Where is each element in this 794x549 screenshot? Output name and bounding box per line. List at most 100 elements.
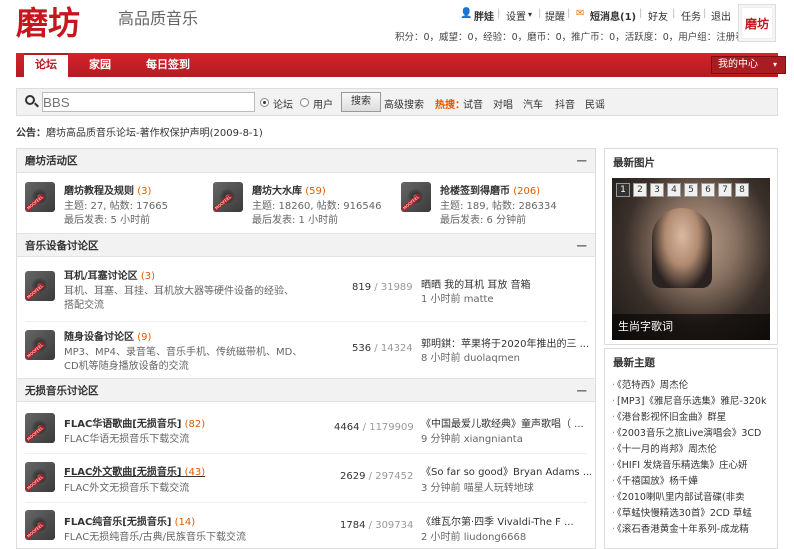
forum-icon[interactable] — [25, 271, 55, 301]
forum-desc: 搭配交流 — [64, 300, 104, 311]
announcement-link[interactable]: 磨坊高品质音乐论坛-著作权保护声明(2009-8-1) — [46, 128, 263, 139]
forum-icon[interactable] — [25, 330, 55, 360]
forum-last-post: 最后发表: 5 小时前 — [64, 215, 151, 226]
collapse-icon[interactable]: — — [577, 149, 588, 173]
topic-link[interactable]: 《十一月的肖邦》周杰伦 — [612, 441, 778, 455]
tab-checkin[interactable]: 每日签到 — [136, 53, 200, 77]
settings-link[interactable]: 设置 — [506, 8, 526, 23]
avatar[interactable]: 磨坊 — [738, 4, 776, 42]
forum-desc: 耳机、耳塞、耳挂、耳机放大器等硬件设备的经验、 — [64, 286, 294, 297]
search-button[interactable]: 搜索 — [341, 92, 381, 112]
forum-link[interactable]: 耳机/耳塞讨论区 (3) — [64, 267, 155, 282]
messages-link[interactable]: 短消息(1) — [590, 8, 636, 23]
username-link[interactable]: 胖娃 — [474, 8, 494, 23]
radio-user[interactable] — [300, 98, 309, 107]
topic-link[interactable]: 《2010喇叭里内部试音碟(非卖 — [612, 489, 778, 503]
forum-link[interactable]: 随身设备讨论区 (9) — [64, 328, 151, 343]
page-number[interactable]: 8 — [735, 183, 749, 197]
forum-stats: 主题: 27, 帖数: 17665 — [64, 201, 168, 212]
last-thread-link[interactable]: 晒晒 我的耳机 耳放 音箱 — [421, 276, 531, 291]
divider — [25, 502, 587, 503]
forum-link[interactable]: FLAC华语歌曲[无损音乐] (82) — [64, 415, 205, 430]
page-number[interactable]: 6 — [701, 183, 715, 197]
last-post-meta: 3 分钟前 喵星人玩转地球 — [421, 483, 534, 494]
forum-icon[interactable] — [25, 413, 55, 443]
section-title: 无损音乐讨论区 — [25, 385, 99, 397]
hot-label: 热搜： — [435, 100, 465, 111]
forum-link[interactable]: 磨坊教程及规则 (3) — [64, 182, 151, 197]
topic-link[interactable]: [MP3]《雅尼音乐选集》雅尼-320k — [612, 393, 778, 407]
image-caption[interactable]: 生尚字歌词 — [612, 314, 770, 340]
forum-link[interactable]: FLAC纯音乐[无损音乐] (14) — [64, 513, 195, 528]
friends-link[interactable]: 好友 — [648, 8, 668, 23]
forum-link[interactable]: FLAC外文歌曲[无损音乐] (43) — [64, 463, 205, 478]
page-number[interactable]: 1 — [616, 183, 630, 197]
page-number[interactable]: 2 — [633, 183, 647, 197]
forum-icon[interactable] — [213, 182, 243, 212]
section-header[interactable]: 磨坊活动区 — — [17, 149, 595, 173]
section-title: 磨坊活动区 — [25, 155, 78, 167]
hot-item[interactable]: 汽车 — [523, 96, 543, 111]
forum-counts: 1784 / 309734 — [340, 520, 414, 531]
radio-forum[interactable] — [260, 98, 269, 107]
hot-item[interactable]: 对唱 — [493, 96, 513, 111]
my-center-dropdown[interactable]: 我的中心 ▾ — [711, 56, 786, 74]
forum-counts: 819 / 31989 — [352, 282, 413, 293]
topic-link[interactable]: 《范特西》周杰伦 — [612, 377, 778, 391]
page-number[interactable]: 5 — [684, 183, 698, 197]
mail-icon: ✉ — [576, 8, 585, 19]
topic-link[interactable]: 《滚石香港黄金十年系列-成龙精 — [612, 521, 778, 535]
tasks-link[interactable]: 任务 — [681, 8, 701, 23]
tab-forum[interactable]: 论坛 — [24, 53, 68, 77]
last-thread-link[interactable]: 《维瓦尔第·四季 Vivaldi-The F ... — [421, 513, 591, 528]
main-nav: 论坛 家园 每日签到 我的中心 ▾ — [16, 53, 786, 77]
forum-list: 磨坊活动区 — 磨坊教程及规则 (3) 主题: 27, 帖数: 17665 最后发… — [16, 148, 596, 549]
forum-icon[interactable] — [25, 182, 55, 212]
site-logo[interactable]: 磨坊 — [16, 2, 116, 42]
divider: | — [703, 8, 707, 19]
last-thread-link[interactable]: 《So far so good》Bryan Adams ... — [421, 463, 591, 478]
user-icon: 👤 — [460, 8, 473, 19]
collapse-icon[interactable]: — — [577, 379, 588, 403]
advanced-search-link[interactable]: 高级搜索 — [384, 96, 424, 111]
featured-image[interactable]: 1 2 3 4 5 6 7 8 生尚字歌词 — [612, 178, 770, 340]
forum-icon[interactable] — [401, 182, 431, 212]
search-input[interactable] — [42, 92, 255, 112]
hot-item[interactable]: 抖音 — [555, 96, 575, 111]
forum-link[interactable]: 抢楼签到得磨币 (206) — [440, 182, 540, 197]
forum-icon[interactable] — [25, 462, 55, 492]
site-subtitle: 高品质音乐 — [118, 9, 199, 28]
page-number[interactable]: 4 — [667, 183, 681, 197]
hot-item[interactable]: 试音 — [463, 96, 483, 111]
last-thread-link[interactable]: 郭明錤：苹果将于2020年推出的三 ... — [421, 335, 591, 350]
forum-desc: FLAC华语无损音乐下载交流 — [64, 434, 190, 445]
logout-link[interactable]: 退出 — [711, 8, 731, 23]
avatar-logo: 磨坊 — [741, 7, 773, 39]
section-header[interactable]: 无损音乐讨论区 — — [17, 378, 595, 402]
page-number[interactable]: 7 — [718, 183, 732, 197]
image-pager: 1 2 3 4 5 6 7 8 — [614, 178, 770, 200]
page-number[interactable]: 3 — [650, 183, 664, 197]
topic-link[interactable]: 《2003音乐之旅Live演唱会》3CD — [612, 425, 778, 439]
tab-home[interactable]: 家园 — [76, 53, 124, 77]
user-stats: 积分：0，威望：0，经验：0，磨币：0，推广币：0，活跃度：0，用户组：注册看看 — [395, 32, 755, 43]
forum-link[interactable]: 磨坊大水库 (59) — [252, 182, 326, 197]
last-post-meta: 9 分钟前 xiangnianta — [421, 434, 523, 445]
divider — [25, 453, 587, 454]
topic-link[interactable]: 《草蜢快慢精选30首》2CD 草蜢 — [612, 505, 778, 519]
topic-link[interactable]: 《港台影视怀旧金曲》群星 — [612, 409, 778, 423]
divider: | — [497, 8, 501, 19]
reminder-link[interactable]: 提醒 — [545, 8, 565, 23]
svg-text:磨坊: 磨坊 — [16, 4, 80, 42]
hot-item[interactable]: 民谣 — [585, 96, 605, 111]
radio-user-label: 用户 — [313, 100, 333, 111]
announcement-label: 公告： — [16, 128, 46, 139]
section-header[interactable]: 音乐设备讨论区 — — [17, 233, 595, 257]
chevron-down-icon: ▾ — [772, 60, 777, 69]
last-thread-link[interactable]: 《中国最爱儿歌经典》童声歌唱（ ... — [421, 415, 591, 430]
panel-title: 最新图片 — [613, 157, 655, 169]
topic-link[interactable]: 《HIFI 发烧音乐精选集》庄心妍 — [612, 457, 778, 471]
collapse-icon[interactable]: — — [577, 234, 588, 258]
topic-link[interactable]: 《千禧国放》杨千嬅 — [612, 473, 778, 487]
forum-icon[interactable] — [25, 510, 55, 540]
